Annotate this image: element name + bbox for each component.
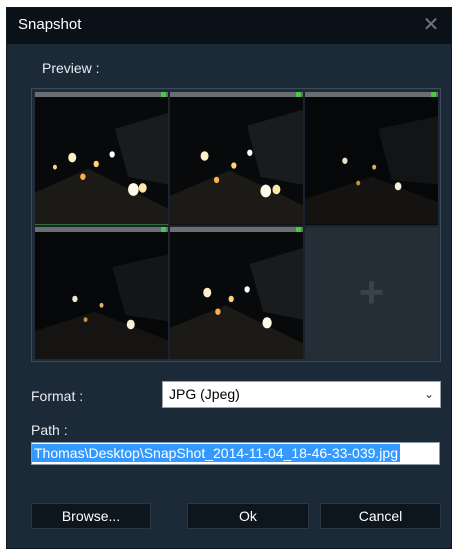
path-value: Thomas\Desktop\SnapShot_2014-11-04_18-46… — [32, 444, 400, 462]
chevron-down-icon: ⌄ — [423, 387, 434, 401]
format-value: JPG (Jpeg) — [169, 386, 240, 402]
title-bar: Snapshot ✕ — [7, 8, 451, 44]
camera-frame-image — [170, 231, 303, 359]
camera-tile[interactable] — [170, 92, 303, 225]
plus-icon: + — [358, 267, 385, 317]
format-label: Format : — [31, 388, 84, 404]
camera-frame-image — [305, 97, 438, 225]
ok-button[interactable]: Ok — [187, 503, 309, 529]
close-icon[interactable]: ✕ — [419, 12, 443, 38]
camera-grid: + — [35, 92, 438, 359]
preview-label: Preview : — [42, 60, 100, 76]
empty-camera-slot[interactable]: + — [305, 226, 438, 359]
camera-tile[interactable] — [35, 226, 168, 359]
camera-tile[interactable] — [35, 92, 168, 225]
format-select[interactable]: JPG (Jpeg) ⌄ — [162, 381, 441, 408]
browse-button[interactable]: Browse... — [31, 503, 151, 529]
camera-frame-image — [35, 97, 168, 225]
camera-frame-image — [35, 231, 168, 359]
dialog-title: Snapshot — [18, 16, 82, 33]
camera-tile[interactable] — [305, 92, 438, 225]
path-field[interactable]: Thomas\Desktop\SnapShot_2014-11-04_18-46… — [31, 442, 440, 465]
camera-tile[interactable] — [170, 226, 303, 359]
cancel-button[interactable]: Cancel — [320, 503, 441, 529]
snapshot-dialog: Snapshot ✕ Preview : + Format: JPG (Jpe… — [6, 7, 452, 549]
preview-panel: + — [31, 88, 441, 362]
camera-frame-image — [170, 97, 303, 225]
path-label: Path : — [31, 422, 68, 438]
